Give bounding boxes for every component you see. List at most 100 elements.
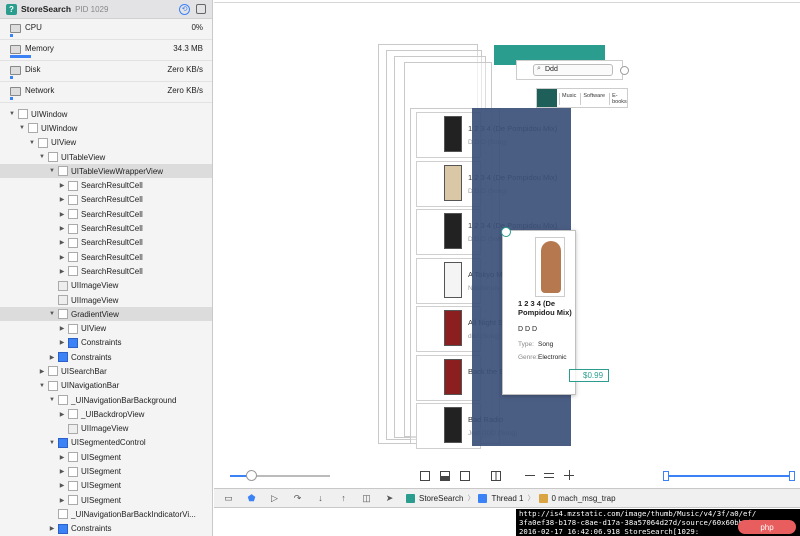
zoom-in-icon[interactable] (564, 470, 574, 480)
tree-row[interactable]: ▼ UIView (0, 136, 212, 150)
zoom-out-icon[interactable] (525, 475, 535, 476)
tree-row[interactable]: ▼ _UINavigationBarBackground (0, 393, 212, 407)
disclosure-open-icon[interactable]: ▼ (18, 125, 26, 131)
breadcrumb-item[interactable]: 0 mach_msg_trap (538, 493, 616, 503)
gauge-network[interactable]: Network Zero KB/s (0, 82, 212, 103)
disclosure-closed-icon[interactable]: ▶ (48, 525, 56, 532)
disclosure-closed-icon[interactable]: ▶ (58, 225, 66, 232)
continue-icon[interactable]: ▷ (268, 492, 281, 504)
tree-row[interactable]: ▼ UIWindow (0, 121, 212, 135)
disclosure-open-icon[interactable]: ▼ (28, 140, 36, 146)
adjust-view-mode-icon[interactable] (460, 471, 470, 481)
range-slider-right-handle[interactable] (789, 471, 795, 481)
tree-row[interactable]: ▶ SearchResultCell (0, 193, 212, 207)
tree-row[interactable]: ▶ UISegment (0, 493, 212, 507)
process-row[interactable]: ? StoreSearch PID 1029 ⟲ (0, 0, 212, 19)
tree-row[interactable]: UIImageView (0, 279, 212, 293)
disclosure-closed-icon[interactable]: ▶ (58, 468, 66, 475)
range-slider-left-handle[interactable] (663, 471, 669, 481)
detail-popover-layer[interactable]: 1 2 3 4 (De Pompidou Mix) D D D Type: So… (501, 227, 576, 395)
tree-row[interactable]: UIImageView (0, 422, 212, 436)
tree-row[interactable]: ▶ Constraints (0, 522, 212, 536)
disclosure-closed-icon[interactable]: ▶ (58, 268, 66, 275)
tree-row[interactable]: ▼ UITableViewWrapperView (0, 164, 212, 179)
tree-row[interactable]: ▶ SearchResultCell (0, 264, 212, 278)
tree-row[interactable]: ▶ UIView (0, 321, 212, 335)
disclosure-open-icon[interactable]: ▼ (8, 111, 16, 117)
tree-row[interactable]: ▼ UISegmentedControl (0, 436, 212, 450)
tree-row[interactable]: ▶ Constraints (0, 336, 212, 350)
price-button[interactable]: $0.99 (569, 369, 609, 382)
disclosure-closed-icon[interactable]: ▶ (58, 211, 66, 218)
search-field[interactable]: ⌕ Ddd (533, 64, 613, 76)
range-slider-track[interactable] (666, 475, 792, 477)
tree-row[interactable]: ▶ UISearchBar (0, 364, 212, 378)
disclosure-closed-icon[interactable]: ▶ (58, 325, 66, 332)
tree-row[interactable]: ▶ UISegment (0, 464, 212, 478)
gauge-label: Network (25, 86, 55, 95)
disclosure-closed-icon[interactable]: ▶ (58, 411, 66, 418)
close-icon[interactable] (501, 227, 511, 237)
view-box-icon (68, 180, 78, 191)
gauge-disk[interactable]: Disk Zero KB/s (0, 61, 212, 82)
tree-row-label: SearchResultCell (81, 209, 143, 219)
tree-row[interactable]: ▶ UISegment (0, 450, 212, 464)
tree-row[interactable]: UIImageView (0, 293, 212, 307)
step-into-icon[interactable]: ↓ (314, 492, 327, 504)
disclosure-closed-icon[interactable]: ▶ (58, 482, 66, 489)
breadcrumb-item[interactable]: StoreSearch (406, 493, 463, 503)
segment-ebooks[interactable]: E-books (609, 93, 629, 105)
disclosure-open-icon[interactable]: ▼ (38, 383, 46, 389)
hide-debug-area-icon[interactable]: ▭ (222, 492, 235, 504)
disclosure-closed-icon[interactable]: ▶ (58, 182, 66, 189)
gauge-memory[interactable]: Memory 34.3 MB (0, 40, 212, 61)
disclosure-closed-icon[interactable]: ▶ (58, 239, 66, 246)
tree-row[interactable]: ▶ SearchResultCell (0, 236, 212, 250)
disclosure-closed-icon[interactable]: ▶ (58, 454, 66, 461)
process-options-icon[interactable]: ⟲ (179, 3, 190, 15)
breadcrumb-item[interactable]: Thread 1 (478, 493, 524, 503)
disclosure-open-icon[interactable]: ▼ (48, 397, 56, 403)
tree-row[interactable]: ▶ Constraints (0, 350, 212, 364)
breakpoints-icon[interactable]: ⬟ (245, 492, 258, 504)
step-out-icon[interactable]: ↑ (337, 492, 350, 504)
disclosure-open-icon[interactable]: ▼ (38, 154, 46, 160)
disclosure-closed-icon[interactable]: ▶ (48, 354, 56, 361)
memory-icon (10, 45, 21, 54)
gauge-cpu[interactable]: CPU 0% (0, 19, 212, 40)
tree-row[interactable]: ▼ UIWindow (0, 107, 212, 121)
tree-row[interactable]: ▶ SearchResultCell (0, 221, 212, 235)
clear-icon[interactable] (620, 66, 629, 75)
disclosure-closed-icon[interactable]: ▶ (58, 339, 66, 346)
gauge-bar (10, 34, 13, 37)
tree-row[interactable]: ▶ SearchResultCell (0, 250, 212, 264)
tree-row[interactable]: ▶ SearchResultCell (0, 207, 212, 221)
disclosure-closed-icon[interactable]: ▶ (38, 368, 46, 375)
disclosure-closed-icon[interactable]: ▶ (58, 196, 66, 203)
tree-row[interactable]: ▼ UINavigationBar (0, 379, 212, 393)
spacing-slider-thumb[interactable] (246, 470, 257, 481)
tree-row[interactable]: ▶ SearchResultCell (0, 178, 212, 192)
segment-music[interactable]: Music (559, 93, 578, 105)
show-constraints-icon[interactable] (440, 471, 450, 481)
tree-row[interactable]: ▶ _UIBackdropView (0, 407, 212, 421)
tree-row[interactable]: ▼ UITableView (0, 150, 212, 164)
disclosure-open-icon[interactable]: ▼ (48, 168, 56, 174)
view-debugger-canvas[interactable]: 1 2 3 4 (De Pompidou Mix)D D D (Song)1 2… (214, 0, 800, 487)
tree-row[interactable]: _UINavigationBarBackIndicatorVi... (0, 507, 212, 521)
disclosure-open-icon[interactable]: ▼ (48, 440, 56, 446)
view-hierarchy-icon[interactable] (196, 4, 206, 14)
step-over-icon[interactable]: ↷ (291, 492, 304, 504)
location-icon[interactable]: ➤ (383, 492, 396, 504)
segment-software[interactable]: Software (580, 93, 607, 105)
segment-selected[interactable] (537, 89, 557, 107)
tree-row[interactable]: ▼ GradientView (0, 307, 212, 322)
disclosure-closed-icon[interactable]: ▶ (58, 497, 66, 504)
disclosure-open-icon[interactable]: ▼ (48, 311, 56, 317)
orient-icon[interactable] (491, 471, 501, 481)
disclosure-closed-icon[interactable]: ▶ (58, 254, 66, 261)
debug-view-hierarchy-icon[interactable]: ◫ (360, 492, 373, 504)
tree-row[interactable]: ▶ UISegment (0, 479, 212, 493)
show-clipped-icon[interactable] (420, 471, 430, 481)
zoom-reset-icon[interactable] (544, 473, 554, 478)
